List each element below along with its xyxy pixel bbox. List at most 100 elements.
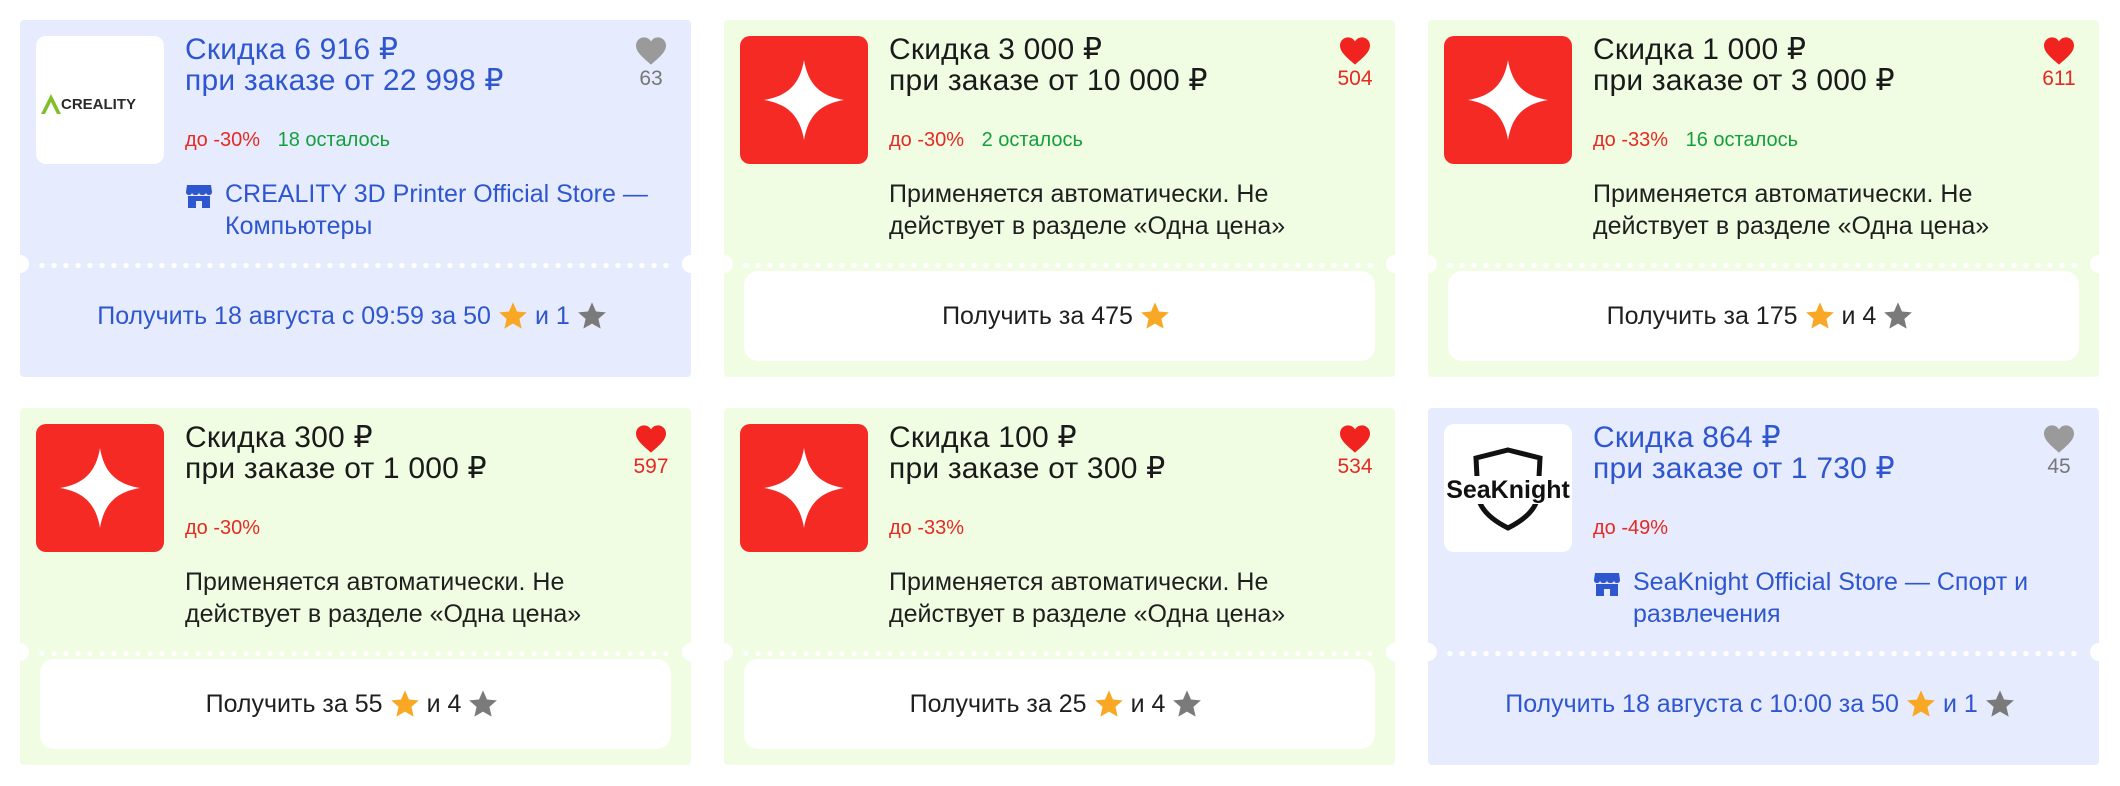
coupon-amount: Скидка 864 ₽: [1593, 421, 1781, 454]
seaknight-logo: SeaKnight: [1444, 424, 1572, 552]
favorite-count: 504: [1337, 67, 1373, 90]
favorite-count: 45: [2047, 455, 2071, 478]
coupon-meta: до -30%: [185, 517, 272, 540]
remaining-label: 2 осталось: [981, 129, 1083, 151]
store-icon: [1594, 573, 1620, 596]
get-coupon-button[interactable]: Получить за 25 и 4: [744, 659, 1375, 749]
get-coupon-label: Получить за 175: [1606, 301, 1798, 330]
discount-label: до -30%: [185, 517, 261, 539]
store-link-text: CREALITY 3D Printer Official Store — Ком…: [225, 180, 648, 240]
heart-icon: [636, 37, 666, 65]
store-link[interactable]: CREALITY 3D Printer Official Store — Ком…: [185, 178, 675, 248]
grey-star-icon: [1985, 690, 2014, 717]
coupon-title: Скидка 100 ₽ при заказе от 300 ₽: [889, 422, 1309, 484]
coupon-meta: до -30% 18 осталось: [185, 129, 390, 152]
coupon-min-order: при заказе от 10 000 ₽: [889, 64, 1208, 97]
gold-star-icon: [1805, 302, 1834, 329]
coupon-min-order: при заказе от 1 730 ₽: [1593, 452, 1895, 485]
favorite-button[interactable]: 597: [627, 424, 675, 479]
grey-star-icon: [469, 690, 498, 717]
coupon-title: Скидка 300 ₽ при заказе от 1 000 ₽: [185, 422, 605, 484]
heart-icon: [1340, 425, 1370, 453]
get-coupon-and: и 4: [1130, 689, 1166, 718]
get-coupon-label: Получить 18 августа с 10:00 за 50: [1505, 689, 1899, 718]
coupon-meta: до -33% 16 осталось: [1593, 129, 1798, 152]
gold-star-icon: [499, 302, 527, 329]
coupon-card: Скидка 100 ₽ при заказе от 300 ₽ 534 до …: [724, 408, 1395, 765]
heart-icon: [2044, 37, 2074, 65]
gold-star-icon: [1094, 690, 1123, 717]
get-coupon-label: Получить 18 августа с 09:59 за 50: [97, 301, 491, 330]
coupon-card: CREALITY Скидка 6 916 ₽ при заказе от 22…: [20, 20, 691, 377]
get-coupon-and: и 4: [426, 689, 462, 718]
get-coupon-button[interactable]: Получить за 175 и 4: [1448, 271, 2079, 361]
discount-label: до -30%: [185, 129, 261, 151]
get-coupon-label: Получить за 475: [942, 301, 1133, 330]
coupon-amount: Скидка 300 ₽: [185, 421, 373, 454]
coupon-divider: [20, 255, 691, 273]
gold-star-icon: [1141, 302, 1169, 329]
coupon-amount: Скидка 6 916 ₽: [185, 33, 399, 66]
remaining-label: 16 осталось: [1685, 129, 1799, 151]
discount-label: до -33%: [1593, 129, 1669, 151]
coupon-divider: [724, 255, 1395, 273]
coupon-title: Скидка 3 000 ₽ при заказе от 10 000 ₽: [889, 34, 1309, 96]
coupon-meta: до -49%: [1593, 517, 1680, 540]
heart-icon: [1340, 37, 1370, 65]
coupon-meta: до -33%: [889, 517, 976, 540]
discount-label: до -49%: [1593, 517, 1669, 539]
heart-icon: [2044, 425, 2074, 453]
coupon-divider: [1428, 643, 2099, 661]
coupon-min-order: при заказе от 3 000 ₽: [1593, 64, 1895, 97]
favorite-button[interactable]: 63: [627, 36, 675, 91]
get-coupon-button[interactable]: Получить 18 августа с 09:59 за 50 и 1: [40, 271, 671, 361]
grey-star-icon: [1173, 690, 1202, 717]
favorite-button[interactable]: 611: [2035, 36, 2083, 91]
coupon-description: Применяется автоматически. Не действует …: [889, 568, 1286, 628]
discount-label: до -33%: [889, 517, 965, 539]
coupon-title: Скидка 6 916 ₽ при заказе от 22 998 ₽: [185, 34, 605, 96]
get-coupon-button[interactable]: Получить за 475: [744, 271, 1375, 361]
coupon-min-order: при заказе от 22 998 ₽: [185, 64, 504, 97]
favorite-button[interactable]: 45: [2035, 424, 2083, 479]
favorite-button[interactable]: 534: [1331, 424, 1379, 479]
get-coupon-label: Получить за 25: [909, 689, 1087, 718]
store-link[interactable]: SeaKnight Official Store — Спорт и развл…: [1593, 566, 2083, 636]
sparkle-logo: [740, 424, 868, 552]
coupon-amount: Скидка 1 000 ₽: [1593, 33, 1807, 66]
remaining-label: 18 осталось: [277, 129, 391, 151]
get-coupon-and: и 4: [1841, 301, 1877, 330]
coupon-grid: CREALITY Скидка 6 916 ₽ при заказе от 22…: [0, 0, 2120, 786]
gold-star-icon: [1907, 690, 1935, 717]
favorite-count: 611: [2042, 67, 2076, 90]
favorite-count: 534: [1337, 455, 1373, 478]
get-coupon-button[interactable]: Получить 18 августа с 10:00 за 50 и 1: [1448, 659, 2079, 749]
logo-wordmark: SeaKnight: [1446, 476, 1570, 504]
get-coupon-label: Получить за 55: [205, 689, 383, 718]
coupon-min-order: при заказе от 1 000 ₽: [185, 452, 487, 485]
coupon-divider: [1428, 255, 2099, 273]
coupon-description: Применяется автоматически. Не действует …: [185, 568, 582, 628]
sparkle-logo: [36, 424, 164, 552]
coupon-amount: Скидка 100 ₽: [889, 421, 1077, 454]
coupon-divider: [20, 643, 691, 661]
coupon-divider: [724, 643, 1395, 661]
store-icon: [186, 185, 212, 208]
creality-logo: CREALITY: [36, 36, 164, 164]
sparkle-logo: [740, 36, 868, 164]
favorite-count: 63: [639, 67, 663, 90]
get-coupon-and: и 1: [1942, 689, 1978, 718]
get-coupon-button[interactable]: Получить за 55 и 4: [40, 659, 671, 749]
coupon-description: Применяется автоматически. Не действует …: [889, 180, 1286, 240]
favorite-button[interactable]: 504: [1331, 36, 1379, 91]
coupon-card: Скидка 1 000 ₽ при заказе от 3 000 ₽ 611…: [1428, 20, 2099, 377]
coupon-min-order: при заказе от 300 ₽: [889, 452, 1166, 485]
coupon-amount: Скидка 3 000 ₽: [889, 33, 1103, 66]
logo-wordmark: CREALITY: [61, 96, 136, 113]
favorite-count: 597: [633, 455, 669, 478]
coupon-card: Скидка 3 000 ₽ при заказе от 10 000 ₽ 50…: [724, 20, 1395, 377]
coupon-description: Применяется автоматически. Не действует …: [1593, 180, 1990, 240]
coupon-meta: до -30% 2 осталось: [889, 129, 1083, 152]
store-link-text: SeaKnight Official Store — Спорт и развл…: [1633, 568, 2029, 628]
coupon-card: Скидка 300 ₽ при заказе от 1 000 ₽ 597 д…: [20, 408, 691, 765]
